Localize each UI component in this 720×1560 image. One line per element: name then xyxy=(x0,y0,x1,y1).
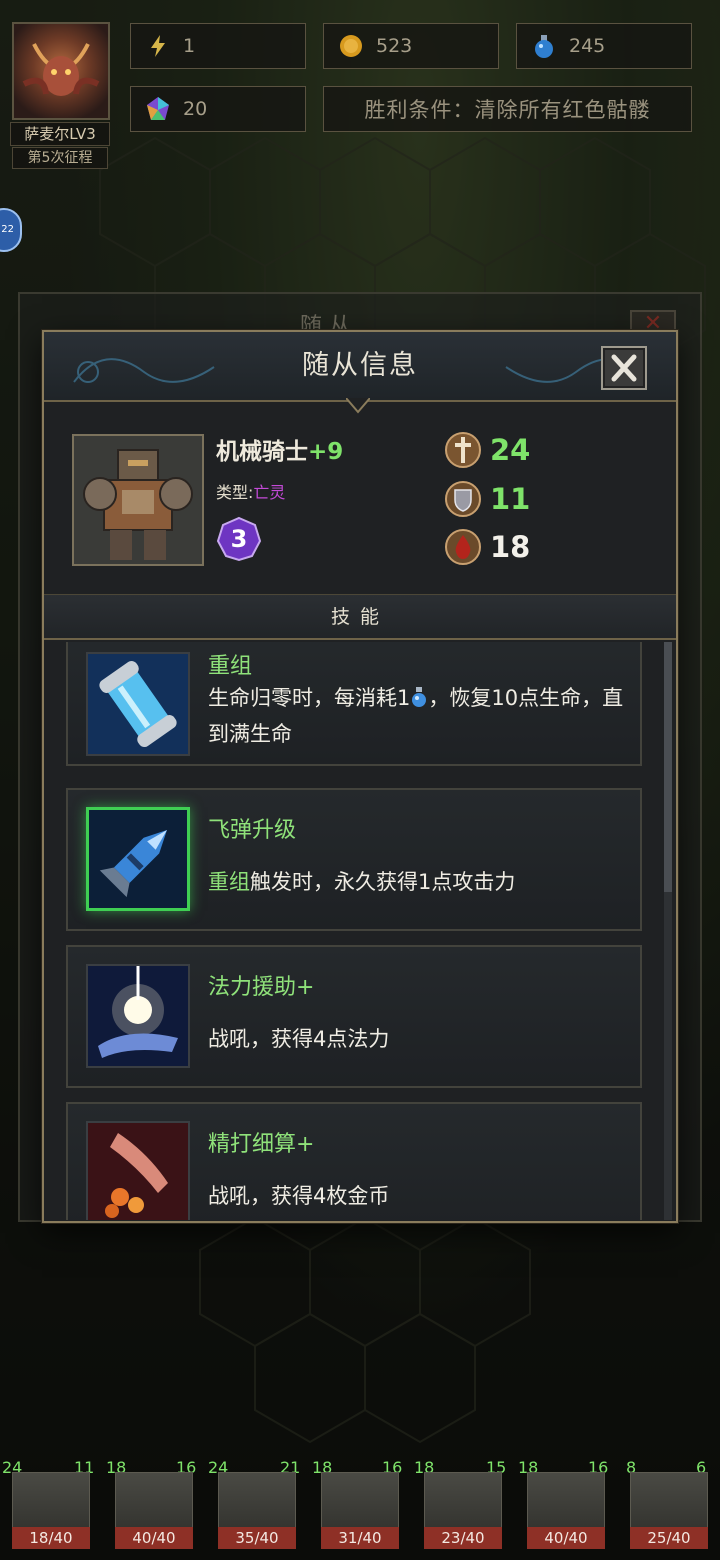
close-button[interactable] xyxy=(601,346,647,390)
skill-name: 重组 xyxy=(208,654,253,679)
slot-hp: 35/40 xyxy=(218,1527,296,1549)
gem-value: 20 xyxy=(183,98,208,120)
mana-hand-icon xyxy=(86,964,190,1068)
gem-counter: 20 xyxy=(130,86,306,132)
dialog-title: 随从信息 xyxy=(302,350,418,381)
skills-header: 技能 xyxy=(44,594,676,640)
stat-hp: 18 xyxy=(444,528,530,566)
skill-card[interactable]: 精打细算+ 战吼，获得4枚金币 xyxy=(66,1102,642,1220)
slot-hp: 23/40 xyxy=(424,1527,502,1549)
unit-name-text: 机械骑士 xyxy=(216,439,308,465)
potion-value: 245 xyxy=(569,35,606,57)
dialog-header: 随从信息 xyxy=(44,332,676,402)
skill-card[interactable]: 飞弹升级 重组触发时，永久获得1点攻击力 xyxy=(66,788,642,931)
skill-desc-rest: 触发时，永久获得1点攻击力 xyxy=(250,870,516,894)
unit-info-dialog: 随从信息 机械骑士+9 类型:亡灵 3 24 11 18 技能 重组 生命归零时… xyxy=(42,330,678,1223)
expedition-count: 第5次征程 xyxy=(12,147,108,169)
slot-hp: 18/40 xyxy=(12,1527,90,1549)
prism-gem-icon xyxy=(147,97,169,120)
unit-portrait xyxy=(72,434,204,566)
armor-value: 11 xyxy=(490,482,531,516)
slot-hp: 25/40 xyxy=(630,1527,708,1549)
skill-desc-part1: 生命归零时，每消耗1 xyxy=(208,686,411,710)
skill-description: 战吼，获得4点法力 xyxy=(208,1027,390,1051)
slot-hp: 40/40 xyxy=(115,1527,193,1549)
missile-icon xyxy=(86,807,190,911)
unit-type-value: 亡灵 xyxy=(253,483,286,502)
win-condition: 胜利条件：清除所有红色骷髅 xyxy=(323,86,692,132)
close-icon xyxy=(611,354,637,382)
blood-drop-icon xyxy=(445,529,481,565)
potion-icon xyxy=(535,35,553,58)
skill-description: 战吼，获得4枚金币 xyxy=(208,1184,390,1208)
hero-name: 萨麦尔LV3 xyxy=(10,122,110,146)
hp-value: 18 xyxy=(490,530,531,564)
coin-hand-icon xyxy=(86,1121,190,1220)
unit-upgrade: +9 xyxy=(308,439,344,465)
header-notch xyxy=(346,398,370,414)
potion-counter: 245 xyxy=(516,23,692,69)
lightning-icon xyxy=(151,35,165,57)
stat-armor: 11 xyxy=(444,480,530,518)
coin-icon xyxy=(340,35,362,57)
slot-hp: 31/40 xyxy=(321,1527,399,1549)
stat-attack: 24 xyxy=(444,431,530,469)
skill-card[interactable]: 法力援助+ 战吼，获得4点法力 xyxy=(66,945,642,1088)
unit-level: 3 xyxy=(230,525,248,553)
battery-capsule-icon xyxy=(86,652,190,756)
attack-value: 24 xyxy=(490,433,531,467)
skill-card[interactable]: 重组 生命归零时，每消耗1 ，恢复10点生命，直到满生命 xyxy=(66,642,642,766)
slot-hp: 40/40 xyxy=(527,1527,605,1549)
shield-icon xyxy=(445,481,481,517)
skill-description: 生命归零时，每消耗1 ，恢复10点生命，直到满生命 xyxy=(208,680,628,752)
skill-desc-highlight: 重组 xyxy=(208,870,250,894)
energy-counter: 1 xyxy=(130,23,306,69)
skill-name: 精打细算+ xyxy=(208,1132,315,1157)
unit-name: 机械骑士+9 xyxy=(216,432,343,466)
hero-portrait[interactable] xyxy=(12,22,110,120)
sword-icon xyxy=(445,432,481,468)
unit-type: 类型:亡灵 xyxy=(216,479,285,503)
potion-icon xyxy=(412,687,427,707)
skill-description: 重组触发时，永久获得1点攻击力 xyxy=(208,864,628,900)
gold-counter: 523 xyxy=(323,23,499,69)
gold-value: 523 xyxy=(376,35,413,57)
energy-value: 1 xyxy=(183,35,196,57)
demon-hero-icon xyxy=(22,43,100,96)
mech-knight-portrait-icon xyxy=(74,436,202,564)
skill-name: 飞弹升级 xyxy=(208,818,297,843)
unit-type-label: 类型: xyxy=(216,483,254,502)
skills-list[interactable]: 重组 生命归零时，每消耗1 ，恢复10点生命，直到满生命 飞弹升级 重组触发时，永… xyxy=(44,642,676,1220)
skill-name: 法力援助+ xyxy=(208,975,315,1000)
